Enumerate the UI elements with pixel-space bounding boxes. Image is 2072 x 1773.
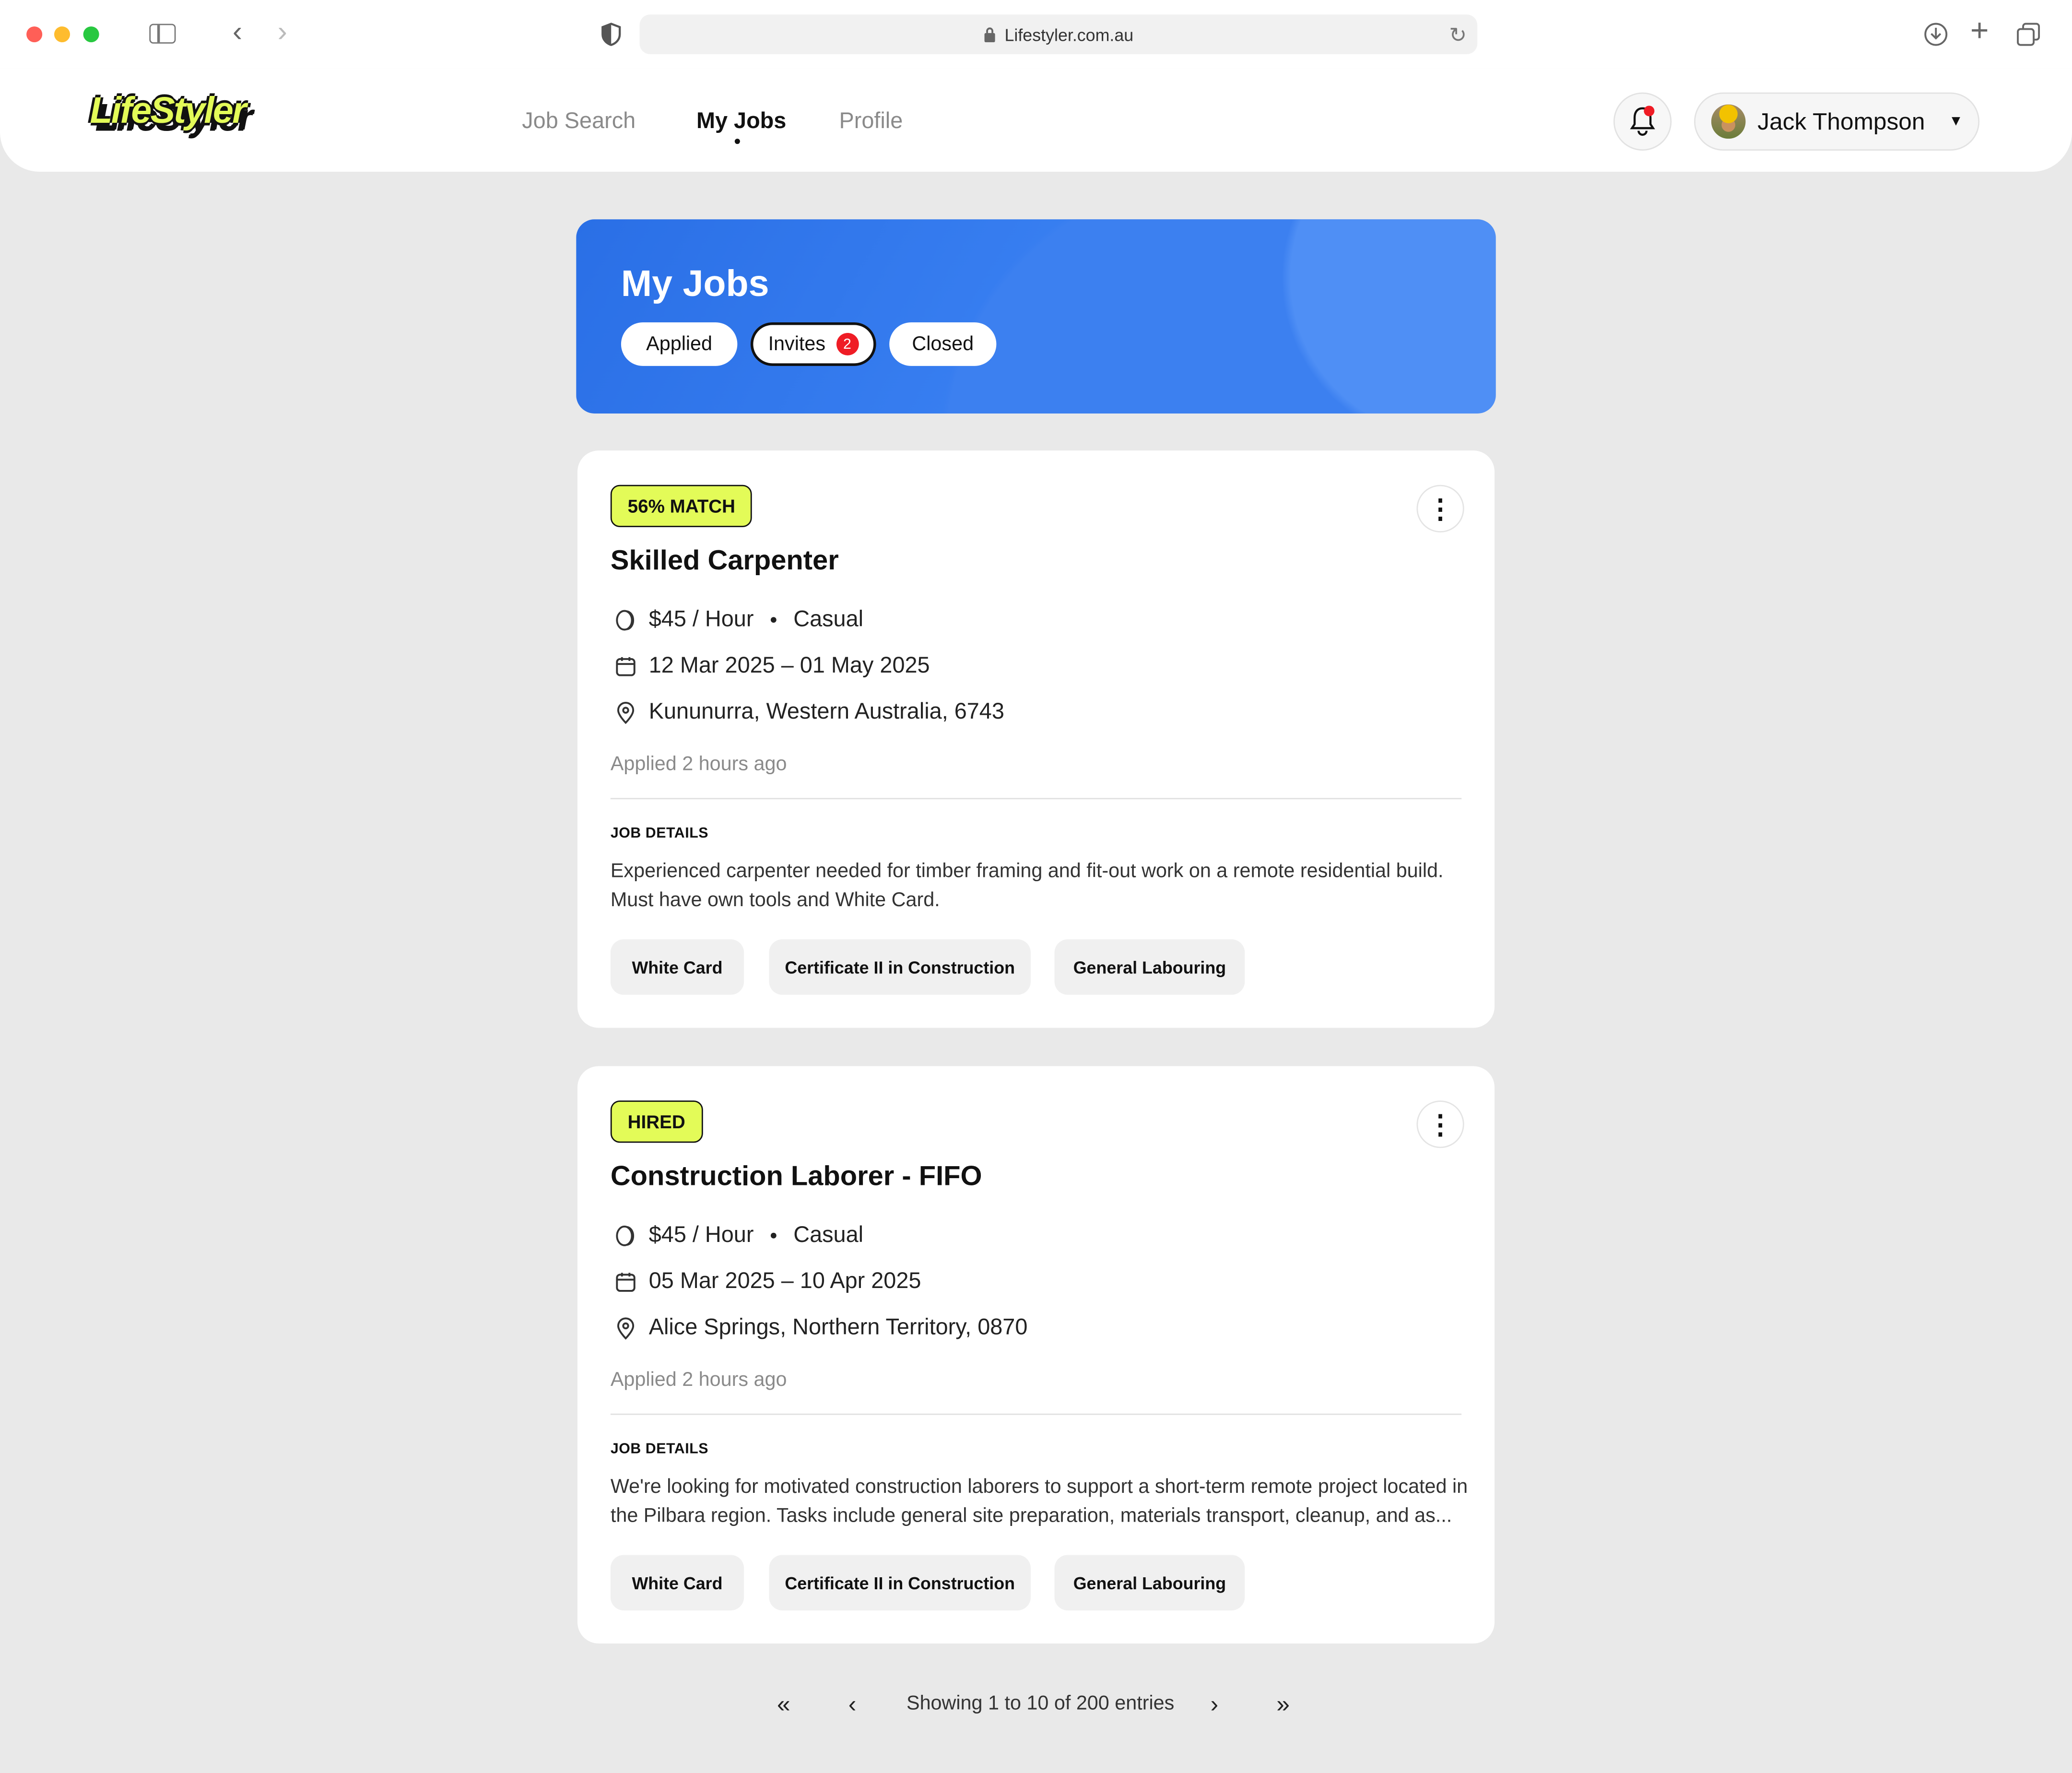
user-name: Jack Thompson [1757,107,1925,134]
next-page-button[interactable]: › [1211,1691,1219,1719]
site-header: LifeStyler Job Search My Jobs Profile Ja… [0,69,2072,172]
lock-icon [985,27,996,43]
user-menu[interactable]: Jack Thompson ▼ [1694,92,1980,151]
job-title[interactable]: Construction Laborer - FIFO [611,1161,982,1193]
requirement-chip[interactable]: General Labouring [1054,1555,1245,1611]
more-vertical-icon: ⋮ [1427,1110,1454,1140]
job-card[interactable]: HIRED ⋮ Construction Laborer - FIFO $45 … [577,1066,1495,1643]
requirement-chip[interactable]: Certificate II in Construction [769,1555,1031,1611]
tab-closed[interactable]: Closed [889,322,997,366]
bell-icon [1630,106,1655,136]
tabs-overview-icon[interactable] [2016,23,2040,47]
sidebar-toggle-icon[interactable] [149,24,176,44]
back-icon[interactable]: ‹ [233,16,242,46]
status-badge: HIRED [610,1100,703,1143]
job-details-heading: JOB DETAILS [610,826,709,842]
shield-icon[interactable] [601,23,621,47]
url-text: Lifestyler.com.au [1004,24,1134,45]
employment-type: Casual [793,1222,864,1247]
location: Kununurra, Western Australia, 6743 [648,698,1004,724]
location: Alice Springs, Northern Territory, 0870 [648,1314,1028,1340]
minimize-window-button[interactable] [54,26,71,43]
lifestyler-logo[interactable]: LifeStyler [90,90,247,142]
employment-type: Casual [793,606,864,632]
tab-invites-label: Invites [768,333,826,355]
pagination-status: Showing 1 to 10 of 200 entries [906,1692,1175,1715]
tab-applied[interactable]: Applied [621,322,738,366]
date-range: 12 Mar 2025 – 01 May 2025 [648,652,930,678]
avatar [1711,104,1746,139]
requirement-chip[interactable]: Certificate II in Construction [769,939,1031,995]
active-nav-indicator [734,139,740,144]
job-title[interactable]: Skilled Carpenter [611,545,839,577]
divider [610,798,1462,800]
pay-rate: $45 / Hour [648,1222,754,1247]
requirement-chip[interactable]: White Card [610,939,744,995]
job-description: Experienced carpenter needed for timber … [610,860,1444,912]
pay-rate: $45 / Hour [648,606,754,632]
prev-page-button[interactable]: ‹ [848,1691,857,1719]
reload-icon[interactable]: ↻ [1449,23,1467,49]
pay-row: $45 / Hour ● Casual [614,606,863,633]
forward-icon[interactable]: › [278,16,287,46]
location-row: Alice Springs, Northern Territory, 0870 [614,1314,1027,1341]
maximize-window-button[interactable] [83,26,99,43]
browser-toolbar: ‹ › Lifestyler.com.au ↻ + [0,0,2072,70]
more-vertical-icon: ⋮ [1427,495,1454,524]
nav-profile[interactable]: Profile [839,108,903,135]
job-card[interactable]: 56% MATCH ⋮ Skilled Carpenter $45 / Hour… [577,450,1495,1028]
job-description: We're looking for motivated construction… [610,1476,1468,1527]
nav-job-search[interactable]: Job Search [522,108,636,135]
invites-count-badge: 2 [836,333,859,355]
my-jobs-banner: My Jobs Applied Invites 2 Closed [576,219,1496,414]
new-tab-icon[interactable]: + [1970,15,1989,47]
divider [610,1413,1462,1415]
download-icon[interactable] [1924,23,1948,47]
close-window-button[interactable] [26,26,43,43]
calendar-icon [616,1272,636,1291]
page-title: My Jobs [621,263,769,304]
bullet-separator: ● [769,1228,778,1243]
address-bar[interactable]: Lifestyler.com.au ↻ [639,14,1478,54]
nav-my-jobs[interactable]: My Jobs [696,108,786,135]
caret-down-icon: ▼ [1949,113,1964,130]
location-row: Kununurra, Western Australia, 6743 [614,699,1004,725]
applied-time: Applied 2 hours ago [610,1369,787,1391]
job-details-heading: JOB DETAILS [610,1441,709,1457]
date-range: 05 Mar 2025 – 10 Apr 2025 [648,1268,921,1294]
pay-row: $45 / Hour ● Casual [614,1222,863,1248]
requirement-chip[interactable]: General Labouring [1054,939,1245,995]
last-page-button[interactable]: » [1276,1691,1290,1719]
coin-icon [616,1225,635,1246]
applied-time: Applied 2 hours ago [610,753,787,776]
calendar-icon [616,656,636,676]
dates-row: 12 Mar 2025 – 01 May 2025 [614,652,930,679]
notifications-button[interactable] [1613,92,1672,151]
first-page-button[interactable]: « [777,1691,790,1719]
location-pin-icon [617,701,635,723]
dates-row: 05 Mar 2025 – 10 Apr 2025 [614,1268,921,1295]
more-options-button[interactable]: ⋮ [1416,485,1464,532]
tab-invites[interactable]: Invites 2 [750,322,876,366]
bullet-separator: ● [769,612,778,627]
coin-icon [616,609,635,630]
more-options-button[interactable]: ⋮ [1416,1100,1464,1148]
requirement-chip[interactable]: White Card [610,1555,744,1611]
status-badge: 56% MATCH [610,485,753,527]
location-pin-icon [617,1317,635,1339]
